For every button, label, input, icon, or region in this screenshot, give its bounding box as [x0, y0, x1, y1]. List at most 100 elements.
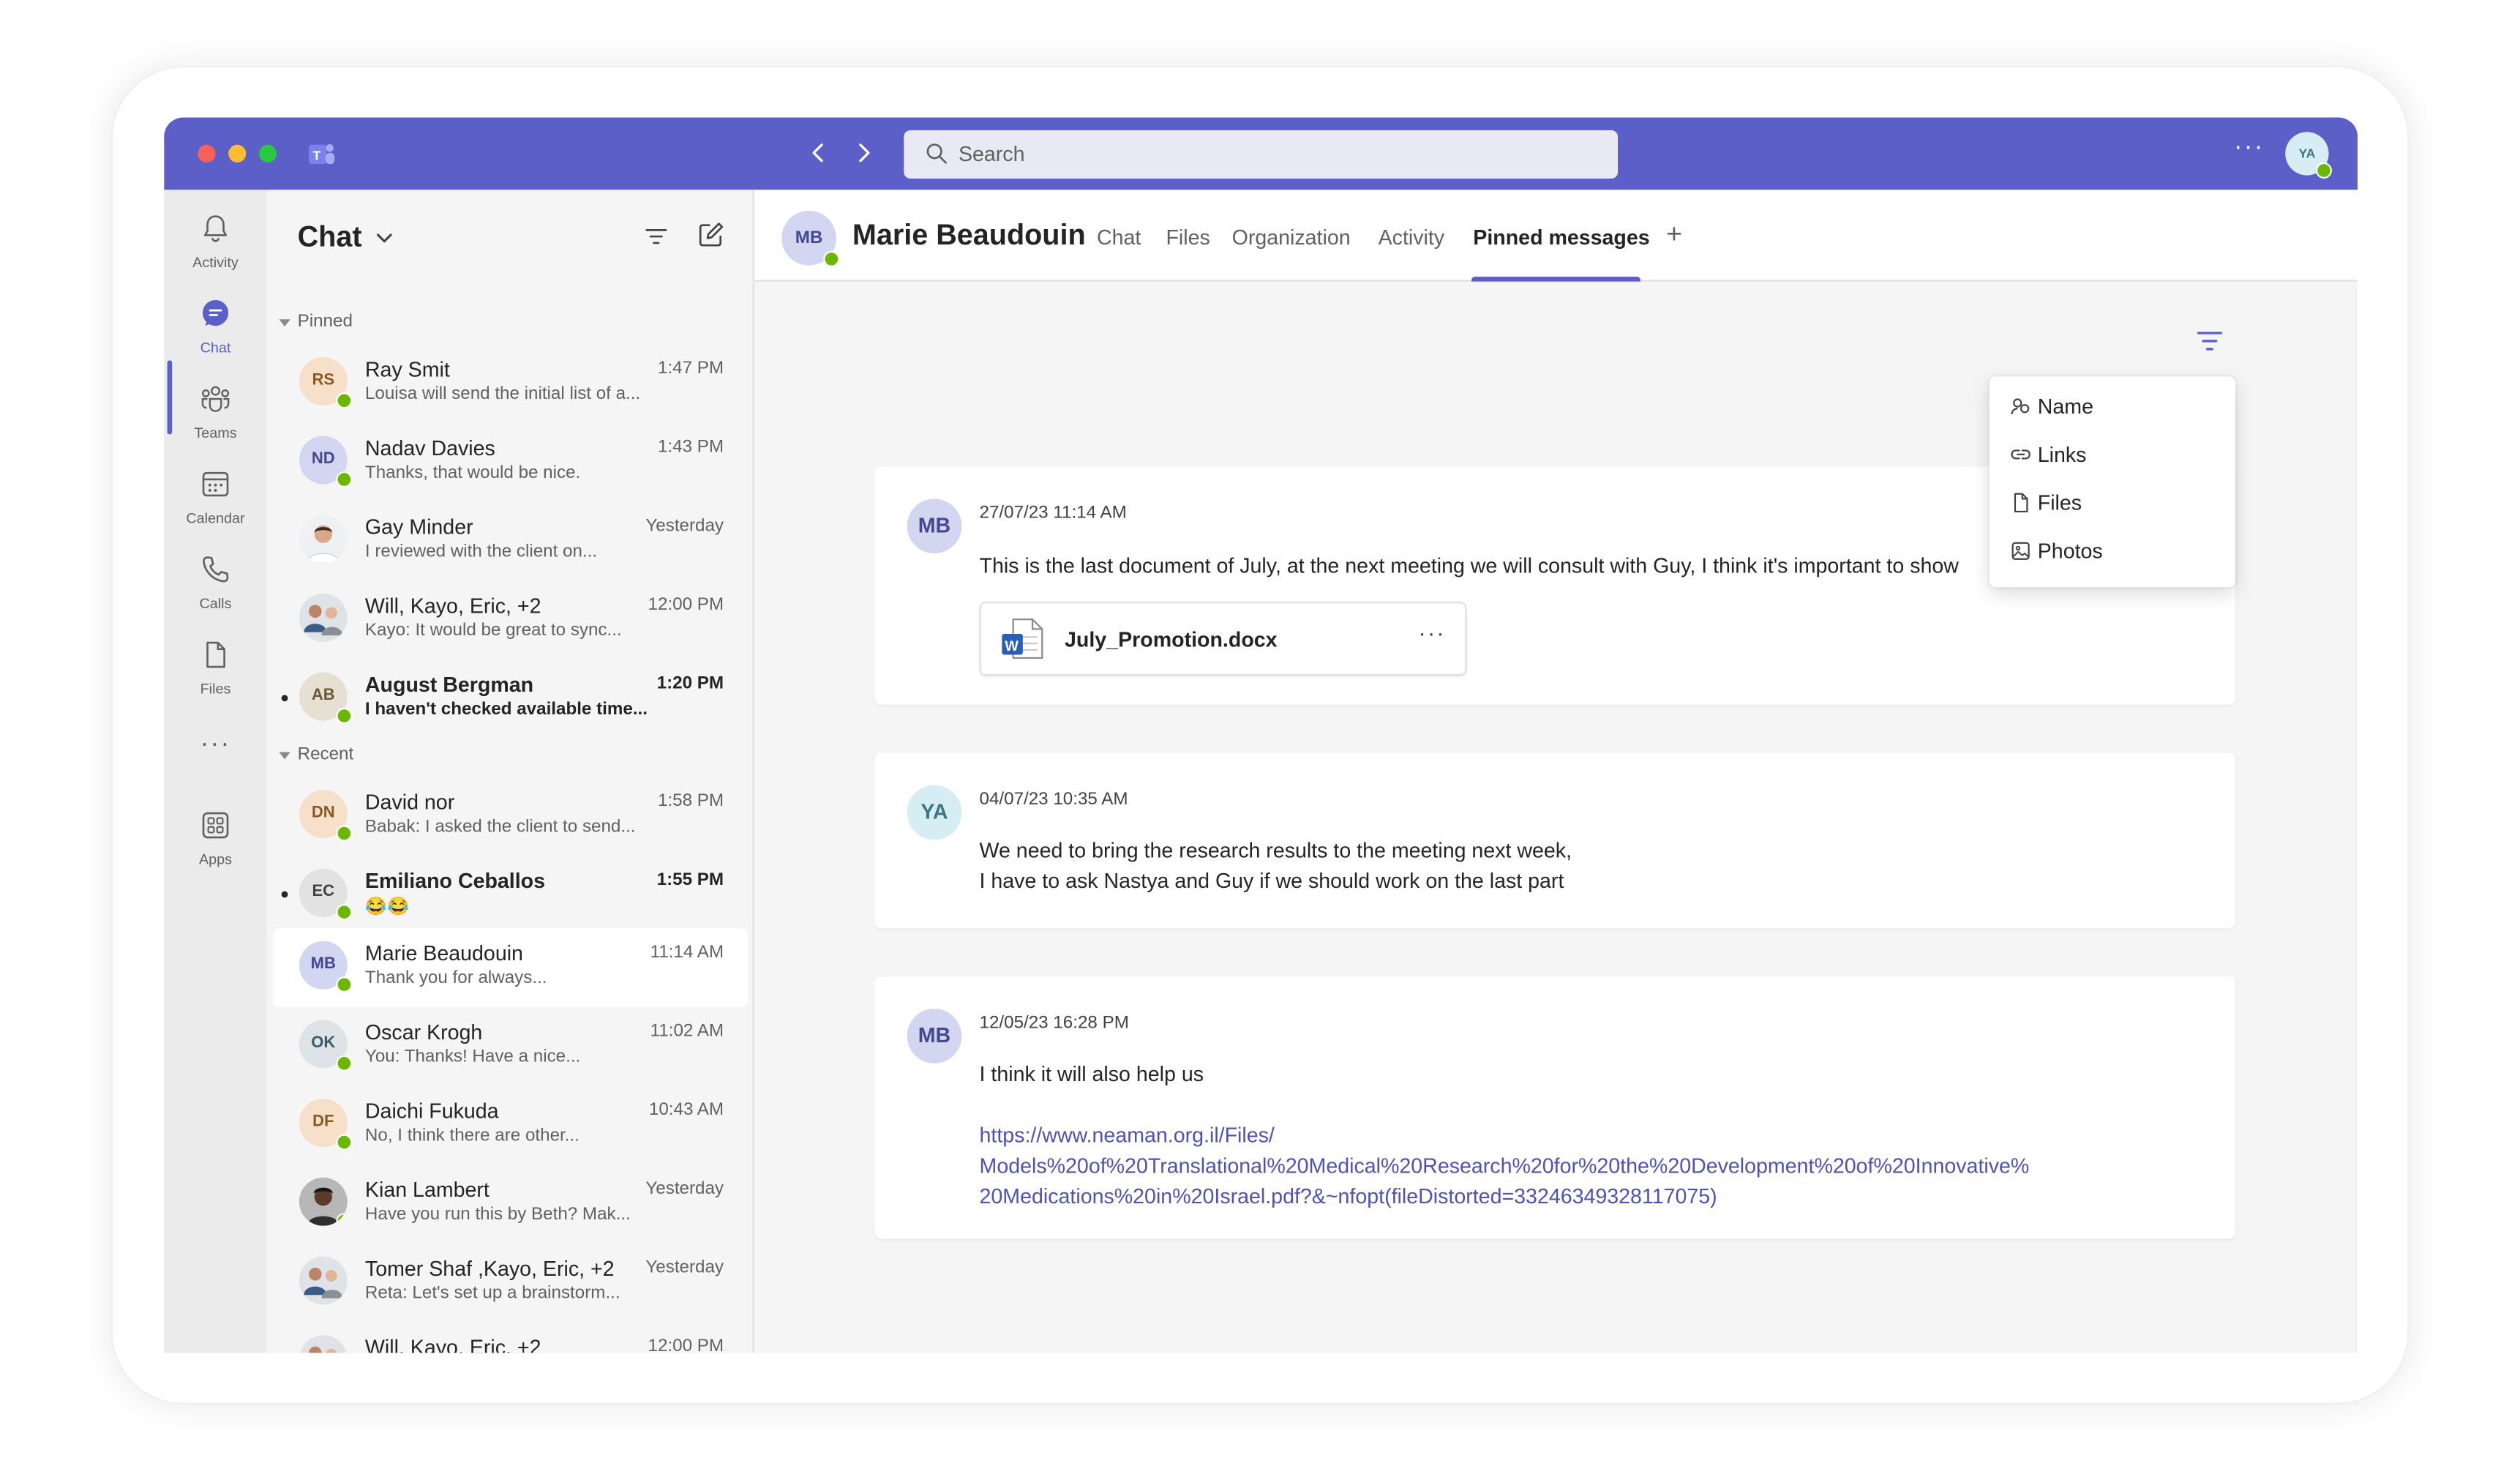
active-tab-indicator	[1471, 277, 1640, 282]
message-text-line: We need to bring the research results to…	[979, 838, 1572, 863]
file-icon	[206, 641, 225, 668]
chat-list-item[interactable]: ND Nadav Davies Thanks, that would be ni…	[274, 423, 748, 502]
presence-available-icon	[336, 1213, 348, 1226]
message-timestamp: 12/05/23 16:28 PM	[979, 1013, 1129, 1033]
avatar: RS	[299, 356, 353, 409]
chat-list-item[interactable]: EC Emiliano Ceballos 😂😂 1:55 PM	[274, 856, 748, 935]
chat-list-item[interactable]: Will, Kayo, Eric, +2 12:00 PM	[274, 1323, 748, 1353]
close-window-button[interactable]	[198, 144, 216, 162]
avatar-initials: RS	[312, 371, 335, 389]
tab-activity[interactable]: Activity	[1379, 225, 1444, 250]
profile-avatar[interactable]: YA	[2285, 132, 2332, 179]
chat-preview: 😂😂	[364, 897, 410, 917]
file-name: July_Promotion.docx	[1065, 627, 1278, 652]
app-rail: Activity Chat Teams Calendar Calls Files…	[164, 190, 267, 1353]
chat-name: Marie Beaudouin	[364, 941, 523, 965]
profile-initials: YA	[2298, 146, 2316, 161]
link-line: 20Medications%20in%20Israel.pdf?&~nfopt(…	[979, 1184, 1717, 1208]
chat-list-item[interactable]: RS Ray Smit Louisa will send the initial…	[274, 344, 748, 423]
chat-preview: You: Thanks! Have a nice...	[364, 1047, 581, 1067]
file-more-button[interactable]: ···	[1419, 619, 1446, 645]
chat-time: Yesterday	[645, 516, 724, 536]
person-photo-icon	[307, 525, 340, 564]
rail-label-teams: Teams	[194, 425, 237, 441]
chat-list-item[interactable]: Gay Minder I reviewed with the client on…	[274, 502, 748, 581]
rail-item-files[interactable]: Files	[164, 629, 267, 709]
section-pinned[interactable]: Pinned	[298, 312, 353, 331]
unread-indicator	[281, 695, 288, 702]
avatar: EC	[299, 868, 353, 921]
minimize-window-button[interactable]	[228, 144, 247, 162]
chat-time: Yesterday	[645, 1257, 724, 1278]
message-link[interactable]: https://www.neaman.org.il/Files/ Models%…	[980, 1120, 2030, 1211]
conversation-pane: MB Marie Beaudouin Chat Files Organizati…	[754, 190, 2358, 1353]
chat-time: 11:14 AM	[650, 942, 724, 962]
tab-files[interactable]: Files	[1166, 225, 1210, 250]
maximize-window-button[interactable]	[258, 144, 277, 162]
caret-down-icon[interactable]	[278, 317, 291, 330]
avatar-initials: MB	[918, 513, 951, 538]
pinned-message-card[interactable]: YA 04/07/23 10:35 AM We need to bring th…	[874, 752, 2236, 929]
chevron-down-icon[interactable]	[373, 227, 396, 250]
rail-item-activity[interactable]: Activity	[164, 203, 267, 283]
pinned-message-card[interactable]: MB 12/05/23 16:28 PM I think it will als…	[874, 976, 2236, 1239]
filter-option-label: Files	[2037, 490, 2082, 515]
filter-option-files[interactable]: Files	[1990, 479, 2235, 528]
chat-name: Emiliano Ceballos	[364, 868, 546, 893]
group-photo-icon	[304, 605, 343, 636]
chat-preview: Reta: Let's set up a brainstorm...	[364, 1283, 620, 1304]
chat-list-item[interactable]: Kian Lambert Have you run this by Beth? …	[274, 1165, 748, 1244]
title-bar: T Search ··· YA	[164, 117, 2358, 190]
rail-label-calls: Calls	[199, 595, 232, 612]
new-chat-icon[interactable]	[697, 220, 726, 250]
message-text-line: I have to ask Nastya and Guy if we shoul…	[979, 868, 1564, 893]
avatar	[299, 1177, 348, 1226]
avatar: DN	[299, 790, 353, 842]
chat-list-title[interactable]: Chat	[298, 220, 362, 254]
rail-item-chat[interactable]: Chat	[164, 288, 267, 368]
bell-icon	[203, 215, 228, 242]
filter-icon[interactable]	[643, 224, 669, 250]
file-attachment[interactable]: W July_Promotion.docx ···	[979, 602, 1467, 676]
document-icon	[2014, 493, 2028, 513]
filter-option-name[interactable]: Name	[1990, 383, 2235, 431]
chat-list-item[interactable]: DF Daichi Fukuda No, I think there are o…	[274, 1086, 748, 1165]
avatar-initials: YA	[920, 799, 948, 824]
search-input[interactable]: Search	[904, 130, 1619, 179]
chat-list-item[interactable]: OK Oscar Krogh You: Thanks! Have a nice.…	[274, 1007, 748, 1086]
tab-pinned-messages[interactable]: Pinned messages	[1473, 225, 1649, 250]
rail-label-chat: Chat	[200, 339, 231, 356]
caret-down-icon[interactable]	[278, 750, 291, 763]
forward-arrow-icon[interactable]	[849, 138, 878, 168]
chat-time: 10:43 AM	[648, 1100, 724, 1120]
chat-preview: Babak: I asked the client to send...	[364, 817, 636, 837]
rail-item-calls[interactable]: Calls	[164, 544, 267, 624]
chat-list-pane: Chat Pinned RS Ray Smit Louisa will send…	[266, 190, 754, 1353]
rail-item-apps[interactable]: Apps	[164, 799, 267, 880]
conversation-avatar[interactable]: MB	[781, 210, 840, 267]
avatar: DF	[299, 1099, 353, 1151]
svg-text:W: W	[1005, 638, 1019, 654]
chat-name: Nadav Davies	[364, 436, 495, 460]
chat-time: 11:02 AM	[650, 1021, 724, 1042]
avatar-initials: DF	[312, 1113, 334, 1132]
back-arrow-icon[interactable]	[804, 138, 833, 168]
message-avatar: MB	[907, 498, 962, 554]
search-placeholder: Search	[958, 141, 1025, 166]
chat-list-item[interactable]: DN David nor Babak: I asked the client t…	[274, 777, 748, 856]
filter-option-photos[interactable]: Photos	[1990, 528, 2235, 576]
chat-list-item[interactable]: Will, Kayo, Eric, +2 Kayo: It would be g…	[274, 580, 748, 659]
more-options-button[interactable]: ···	[2234, 133, 2265, 162]
tab-organization[interactable]: Organization	[1232, 225, 1351, 250]
filter-option-links[interactable]: Links	[1990, 431, 2235, 479]
rail-more-button[interactable]: ···	[164, 730, 267, 760]
section-recent[interactable]: Recent	[298, 745, 354, 764]
rail-item-calendar[interactable]: Calendar	[164, 458, 267, 539]
add-tab-button[interactable]: +	[1666, 219, 1682, 251]
rail-item-teams[interactable]: Teams	[164, 373, 267, 454]
chat-list-item-selected[interactable]: MB Marie Beaudouin Thank you for always.…	[273, 928, 749, 1007]
tab-chat[interactable]: Chat	[1097, 225, 1141, 250]
filter-icon[interactable]	[2195, 328, 2224, 354]
chat-list-item[interactable]: Tomer Shaf ,Kayo, Eric, +2 Reta: Let's s…	[274, 1244, 748, 1323]
chat-list-item[interactable]: AB August Bergman I haven't checked avai…	[274, 659, 748, 739]
